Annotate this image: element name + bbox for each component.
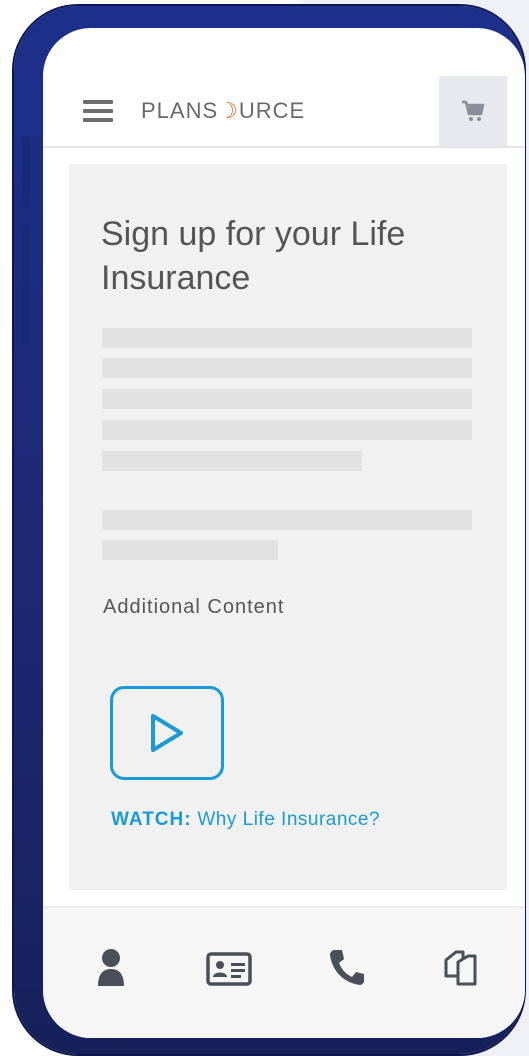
phone-frame: PLANS☽URCE Sign up for your Life Insuran…	[14, 6, 525, 1054]
logo-o: ☽	[218, 98, 239, 123]
cart-button[interactable]	[439, 76, 507, 146]
page-title: Sign up for your Life Insurance	[101, 215, 406, 297]
text-placeholder	[102, 451, 362, 471]
volume-button	[22, 136, 30, 206]
text-placeholder	[102, 510, 472, 530]
app-header: PLANS☽URCE	[43, 76, 525, 148]
watch-video-link[interactable]: WATCH: Why Life Insurance?	[111, 809, 380, 831]
additional-content-label: Additional Content	[103, 596, 285, 618]
phone-screen: PLANS☽URCE Sign up for your Life Insuran…	[43, 28, 525, 1038]
watch-text: Why Life Insurance?	[191, 809, 381, 830]
logo-suffix: URCE	[238, 98, 306, 123]
logo-prefix: PLANS	[141, 98, 219, 123]
phone-icon[interactable]	[329, 948, 365, 986]
text-placeholder	[102, 420, 472, 440]
plansource-logo[interactable]: PLANS☽URCE	[141, 98, 305, 124]
text-placeholder	[102, 328, 472, 348]
play-icon	[151, 714, 183, 752]
content-card: Sign up for your Life Insurance Addition…	[69, 164, 507, 890]
copy-icon[interactable]	[443, 948, 479, 988]
text-placeholder	[102, 540, 278, 560]
hamburger-icon[interactable]	[83, 100, 113, 122]
text-placeholder	[102, 358, 472, 378]
video-play-button[interactable]	[110, 686, 224, 780]
watch-prefix: WATCH:	[111, 809, 192, 830]
bottom-nav	[43, 906, 525, 1038]
id-card-icon[interactable]	[206, 952, 252, 986]
cart-icon	[462, 100, 485, 121]
person-icon[interactable]	[97, 948, 125, 988]
side-button	[22, 226, 30, 346]
text-placeholder	[102, 389, 472, 409]
